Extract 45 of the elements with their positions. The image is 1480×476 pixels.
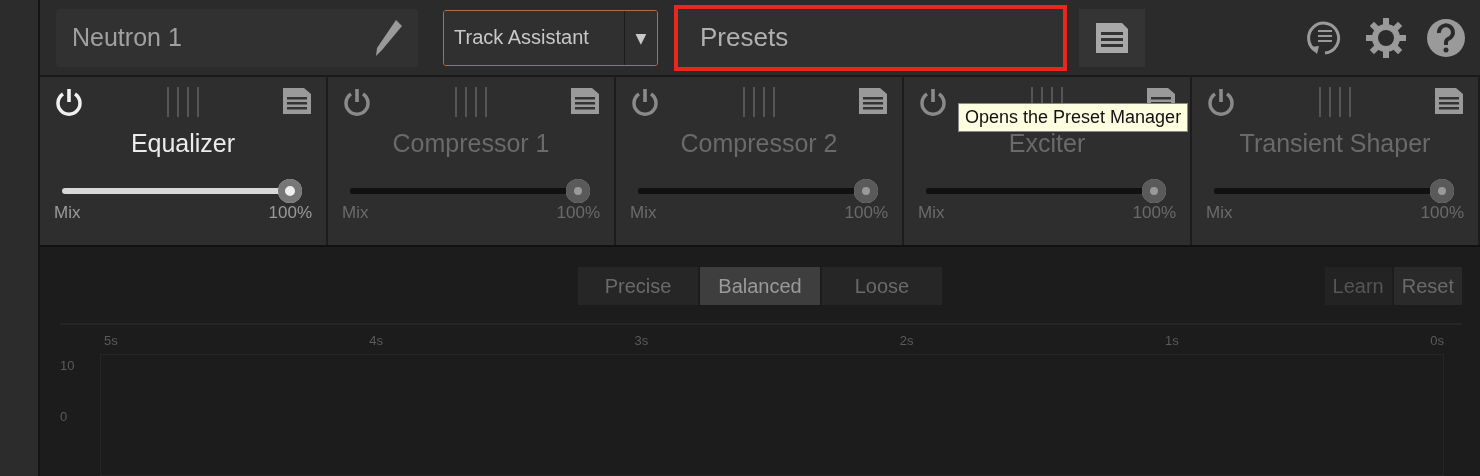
mix-slider[interactable] (62, 179, 302, 204)
mode-button[interactable]: Precise (578, 267, 698, 305)
name-field[interactable]: Neutron 1 (56, 8, 418, 67)
mix-reading: 100% (1420, 203, 1464, 224)
mode-button[interactable]: Balanced (700, 267, 820, 305)
mix-label: Mix (1206, 203, 1233, 224)
drag-handle-icon[interactable] (453, 87, 489, 118)
time-label: 2s (899, 333, 914, 348)
tooltip: Opens the Preset Manager (958, 103, 1189, 133)
mix-label: Mix (342, 203, 369, 224)
time-label: 4s (369, 333, 383, 348)
settings-icon[interactable] (1364, 15, 1408, 60)
time-label: 5s (104, 333, 118, 348)
level-label: 10 (60, 358, 76, 373)
module-name: Compressor 1 (391, 129, 551, 159)
action-button[interactable]: Reset (1393, 267, 1462, 305)
drag-handle-icon[interactable] (741, 87, 777, 118)
help-icon[interactable] (1426, 17, 1466, 58)
module-name: Equalizer (129, 129, 237, 159)
mix-reading: 100% (1132, 203, 1176, 224)
pencil-icon[interactable] (374, 17, 404, 58)
mix-slider[interactable] (1214, 179, 1454, 204)
module-name: Transient Shaper (1238, 129, 1432, 159)
mix-reading: 100% (556, 203, 600, 224)
dropdown-button[interactable]: ▼ (625, 10, 657, 65)
time-label: 3s (634, 333, 649, 348)
mix-reading: 100% (844, 203, 888, 224)
mix-slider[interactable] (926, 179, 1166, 204)
mix-reading: 100% (268, 203, 312, 224)
mix-label: Mix (918, 203, 945, 224)
power-icon[interactable] (54, 87, 84, 118)
presets-field[interactable]: Presets (674, 4, 1067, 71)
level-label: 0 (60, 409, 69, 424)
mix-label: Mix (630, 203, 657, 224)
mix-slider[interactable] (638, 179, 878, 204)
time-label: 0s (1430, 333, 1444, 348)
module-name: Compressor 2 (679, 129, 839, 159)
time-label: 1s (1165, 333, 1179, 348)
mode-button[interactable]: Loose (822, 267, 942, 305)
mix-slider[interactable] (350, 179, 590, 204)
drag-handle-icon[interactable] (165, 87, 201, 118)
preset-manager-button[interactable] (1079, 8, 1145, 67)
mix-label: Mix (54, 203, 81, 224)
track-assistant-button[interactable]: Track Assistant (444, 10, 625, 65)
drag-handle-icon[interactable] (1317, 87, 1353, 118)
